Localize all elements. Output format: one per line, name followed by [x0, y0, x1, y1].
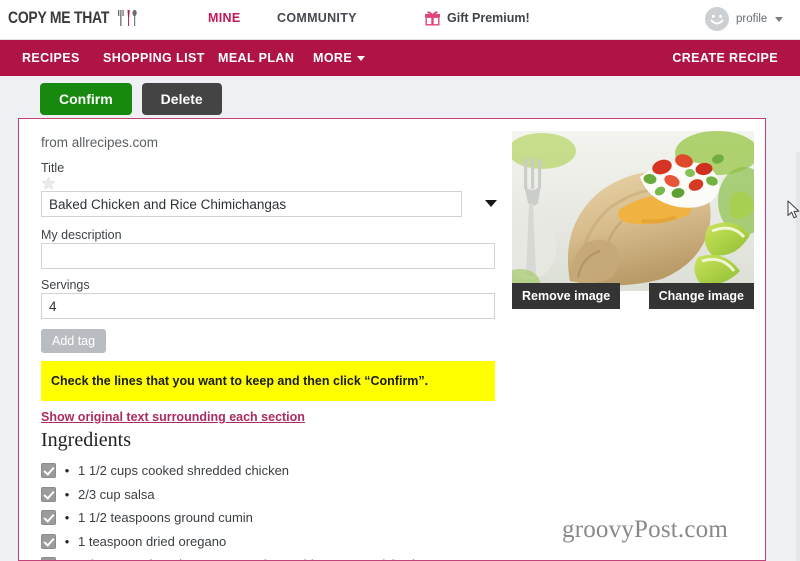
ingredient-row: • 1 1/2 teaspoons ground cumin — [41, 506, 511, 530]
ingredient-row: • 1 1/2 cups cooked shredded chicken — [41, 459, 511, 483]
ingredient-checkbox[interactable] — [41, 486, 56, 502]
gift-premium-link[interactable]: Gift Premium! — [424, 9, 530, 26]
nav-item-more-label: MORE — [313, 51, 353, 65]
change-image-button[interactable]: Change image — [648, 283, 754, 309]
nav-item-create-recipe[interactable]: CREATE RECIPE — [672, 51, 778, 65]
ingredient-text: 2/3 cup salsa — [78, 486, 155, 502]
remove-image-button[interactable]: Remove image — [512, 283, 621, 309]
ingredients-list: • 1 1/2 cups cooked shredded chicken • 2/3 … — [41, 459, 511, 560]
bullet-icon: • — [64, 533, 70, 549]
app-screen: COPY ME THAT MINE COMMUNITY Gift Premium… — [0, 0, 800, 561]
gift-premium-label: Gift Premium! — [447, 10, 530, 25]
ingredient-checkbox[interactable] — [41, 557, 56, 560]
recipe-image[interactable] — [512, 131, 754, 291]
image-action-buttons: Remove image Change image — [512, 283, 754, 309]
ingredient-row: • 1 teaspoon dried oregano — [41, 530, 511, 554]
ingredient-checkbox[interactable] — [41, 463, 56, 479]
description-input[interactable] — [41, 243, 495, 269]
profile-label: profile — [736, 13, 768, 25]
nav-item-meal-plan[interactable]: MEAL PLAN — [218, 51, 294, 65]
add-tag-button[interactable]: Add tag — [41, 329, 107, 353]
ingredient-text: 1 teaspoon dried oregano — [78, 533, 227, 549]
smiley-avatar-icon — [705, 7, 729, 31]
ingredients-heading: Ingredients — [41, 429, 131, 451]
gift-icon — [424, 9, 441, 26]
show-original-text-link[interactable]: Show original text surrounding each sect… — [41, 410, 305, 424]
description-label: My description — [41, 228, 122, 242]
bullet-icon: • — [64, 486, 70, 502]
servings-label: Servings — [41, 278, 90, 292]
title-dropdown-chevron-down-icon[interactable] — [485, 200, 497, 207]
site-logo[interactable]: COPY ME THAT — [8, 8, 139, 28]
top-nav-mine[interactable]: MINE — [208, 11, 240, 25]
logo-text: COPY ME THAT — [8, 8, 110, 27]
main-navigation-bar: RECIPES SHOPPING LIST MEAL PLAN MORE CRE… — [0, 40, 800, 76]
bullet-icon: • — [64, 463, 70, 479]
title-input[interactable] — [41, 191, 462, 217]
nav-item-recipes[interactable]: RECIPES — [22, 51, 80, 65]
ingredient-row: •1 (5.6 ounce) package Knorr® Fiesta Sid… — [41, 553, 511, 560]
instruction-notice: Check the lines that you want to keep an… — [41, 361, 495, 401]
confirm-button[interactable]: Confirm — [40, 83, 132, 115]
watermark: groovyPost.com — [562, 516, 728, 543]
bullet-icon: • — [64, 510, 70, 526]
food-photo — [512, 131, 754, 291]
nav-item-more[interactable]: MORE — [313, 51, 366, 65]
page-body: Confirm Delete from allrecipes.com Title… — [0, 76, 800, 561]
nav-item-shopping-list[interactable]: SHOPPING LIST — [103, 51, 205, 65]
chevron-down-icon — [775, 16, 784, 22]
ingredient-text: 1 1/2 cups cooked shredded chicken — [78, 463, 290, 479]
ingredient-text: 1 1/2 teaspoons ground cumin — [78, 510, 253, 526]
star-icon[interactable] — [41, 176, 56, 191]
ingredient-row: • 2/3 cup salsa — [41, 483, 511, 507]
recipe-source: from allrecipes.com — [41, 135, 159, 150]
delete-button[interactable]: Delete — [141, 83, 222, 115]
utensils-icon — [117, 8, 139, 28]
bullet-icon: • — [56, 557, 78, 560]
servings-input[interactable] — [41, 293, 495, 319]
chevron-down-icon — [357, 55, 366, 61]
ingredient-text: 1 (5.6 ounce) package Knorr® Fiesta Side… — [78, 557, 429, 560]
edit-toolbar: Confirm Delete — [40, 83, 222, 115]
top-header: COPY ME THAT MINE COMMUNITY Gift Premium… — [0, 0, 800, 40]
instruction-notice-text: Check the lines that you want to keep an… — [51, 374, 429, 388]
recipe-edit-card: from allrecipes.com Title My description… — [18, 118, 766, 561]
ingredient-checkbox[interactable] — [41, 510, 56, 526]
ingredient-checkbox[interactable] — [41, 533, 56, 549]
top-nav-community[interactable]: COMMUNITY — [277, 11, 357, 25]
profile-menu[interactable]: profile — [705, 7, 784, 31]
title-label: Title — [41, 161, 65, 175]
mouse-pointer-icon — [787, 200, 800, 220]
